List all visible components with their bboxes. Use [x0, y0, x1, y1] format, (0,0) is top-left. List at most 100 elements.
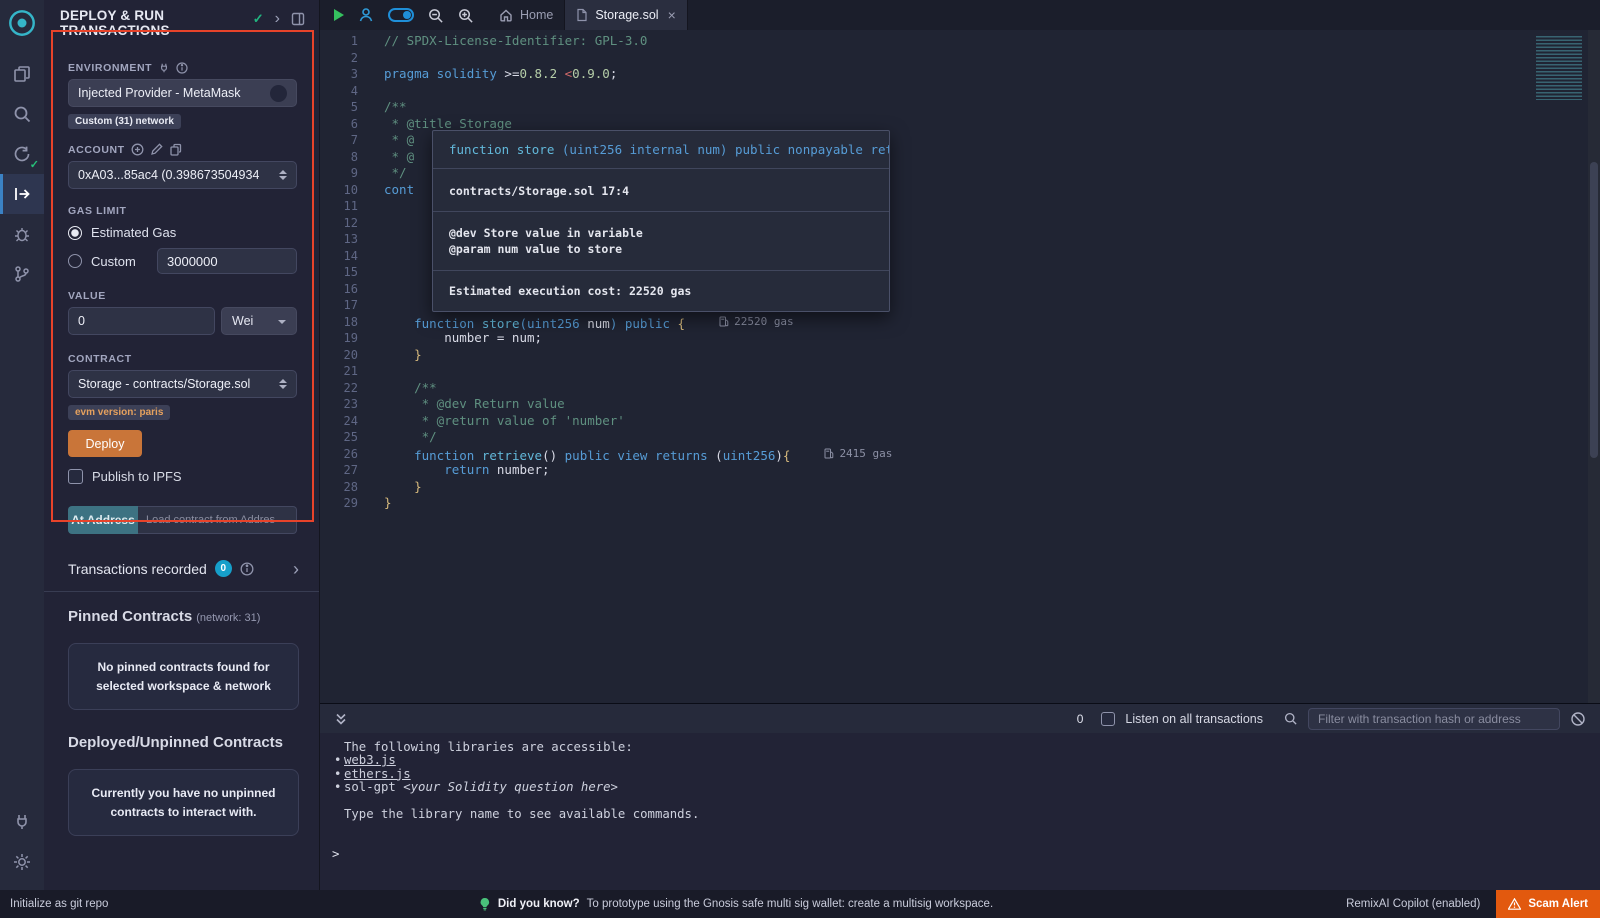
editor-toggle-icon[interactable] [388, 8, 414, 22]
zoom-in-icon[interactable] [457, 7, 474, 24]
toggle-terminal-icon[interactable] [334, 712, 348, 726]
terminal-output[interactable]: The following libraries are accessible: … [320, 733, 1600, 890]
remix-logo-icon[interactable] [7, 8, 37, 38]
terminal-hint: Type the library name to see available c… [332, 808, 1600, 821]
function-hover-tooltip: function store (uint256 internal num) pu… [432, 130, 890, 312]
account-label: ACCOUNT [68, 144, 125, 156]
clear-terminal-icon[interactable] [1570, 711, 1586, 727]
terminal-intro: The following libraries are accessible: [332, 741, 1600, 754]
git-init-status[interactable]: Initialize as git repo [10, 898, 108, 910]
estimated-gas-radio[interactable] [68, 226, 82, 240]
plug-icon[interactable] [158, 62, 170, 74]
contract-label: CONTRACT [68, 353, 132, 365]
panel-title: DEPLOY & RUN TRANSACTIONS [60, 8, 235, 38]
pin-panel-icon[interactable] [291, 12, 305, 26]
code-editor[interactable]: 1234567891011121314151617181920212223242… [320, 30, 1600, 703]
web3-link[interactable]: web3.js [344, 753, 396, 767]
deployed-contracts-title: Deployed/Unpinned Contracts [68, 734, 299, 751]
at-address-input[interactable] [138, 506, 297, 534]
editor-minimap[interactable] [1536, 36, 1582, 100]
publish-ipfs-checkbox[interactable] [68, 469, 83, 484]
add-account-icon[interactable] [131, 143, 144, 156]
value-label: VALUE [68, 290, 106, 302]
custom-gas-radio[interactable] [68, 254, 82, 268]
deployed-contracts-section: Deployed/Unpinned Contracts Currently yo… [44, 732, 319, 836]
at-address-button[interactable]: At Address [68, 506, 138, 534]
terminal-header: 0 Listen on all transactions [320, 703, 1600, 733]
tooltip-docs: @dev Store value in variable @param num … [433, 212, 889, 271]
run-script-icon[interactable] [334, 9, 344, 21]
network-badge: Custom (31) network [68, 114, 181, 129]
tip-title: Did you know? [498, 898, 580, 910]
zoom-out-icon[interactable] [427, 7, 444, 24]
edit-account-icon[interactable] [150, 143, 163, 156]
collaborate-icon[interactable] [357, 6, 375, 24]
copy-account-icon[interactable] [169, 143, 182, 156]
custom-gas-label: Custom [91, 254, 136, 269]
terminal-search-icon[interactable] [1283, 711, 1298, 726]
deployed-empty-message: Currently you have no unpinned contracts… [68, 769, 299, 836]
evm-version-badge: evm version: paris [68, 405, 170, 420]
file-explorer-icon[interactable] [0, 54, 44, 94]
provider-icon [270, 85, 287, 102]
debugger-icon[interactable] [0, 214, 44, 254]
scrollbar-thumb[interactable] [1590, 162, 1598, 458]
lightbulb-icon [479, 897, 491, 911]
value-input[interactable] [68, 307, 215, 335]
chevron-right-icon[interactable]: › [275, 13, 280, 25]
gas-estimate-hint: 2415 gas [824, 446, 892, 463]
plugin-manager-icon[interactable] [0, 802, 44, 842]
status-check-icon: ✓ [253, 11, 264, 27]
pinned-contracts-section: Pinned Contracts(network: 31) No pinned … [44, 592, 319, 710]
tab-home[interactable]: Home [488, 0, 565, 30]
pinned-network-suffix: (network: 31) [196, 612, 260, 624]
warning-icon [1508, 898, 1521, 910]
solidity-compiler-icon[interactable]: ✓ [0, 134, 44, 174]
gas-estimate-hint: 22520 gas [719, 314, 794, 331]
deploy-button[interactable]: Deploy [68, 430, 142, 457]
editor-scrollbar[interactable] [1588, 30, 1600, 703]
environment-info-icon[interactable] [176, 62, 188, 74]
environment-label: ENVIRONMENT [68, 62, 152, 74]
compiled-check-icon: ✓ [30, 158, 39, 171]
account-select[interactable]: 0xA03...85ac4 (0.398673504934 [68, 161, 297, 189]
transactions-expand-icon[interactable]: › [293, 562, 299, 576]
editor-gutter: 1234567891011121314151617181920212223242… [320, 30, 374, 703]
custom-gas-input[interactable] [157, 248, 297, 274]
deploy-and-run-icon[interactable] [0, 174, 44, 214]
status-bar: Initialize as git repo Did you know? To … [0, 890, 1600, 918]
editor-tabbar: Home Storage.sol × [320, 0, 1600, 30]
ethers-link[interactable]: ethers.js [344, 767, 411, 781]
terminal-tx-count: 0 [1077, 712, 1084, 726]
tip-text: To prototype using the Gnosis safe multi… [587, 898, 994, 910]
main-area: Home Storage.sol × 123456789101112131415… [320, 0, 1600, 890]
terminal-lib-web3: •web3.js [332, 754, 1600, 767]
contract-select[interactable]: Storage - contracts/Storage.sol [68, 370, 297, 398]
environment-select[interactable]: Injected Provider - MetaMask [68, 79, 297, 107]
deploy-run-panel: DEPLOY & RUN TRANSACTIONS ✓ › ENVIRONMEN… [44, 0, 320, 890]
transactions-recorded-label: Transactions recorded [68, 561, 207, 577]
remix-ide: ✓ DEPLOY & RUN TRANSACTIONS ✓ › [0, 0, 1600, 890]
solidity-file-icon [576, 8, 588, 22]
transactions-info-icon[interactable] [240, 562, 254, 576]
settings-gear-icon[interactable] [0, 842, 44, 882]
copilot-status[interactable]: RemixAI Copilot (enabled) [1346, 898, 1480, 910]
deploy-form: ENVIRONMENT Injected Provider - MetaMask… [44, 44, 319, 534]
close-tab-icon[interactable]: × [668, 7, 676, 23]
vertical-icon-bar: ✓ [0, 0, 44, 890]
git-icon[interactable] [0, 254, 44, 294]
terminal-filter-input[interactable] [1308, 708, 1560, 730]
tooltip-location: contracts/Storage.sol 17:4 [433, 169, 889, 212]
terminal-lib-solgpt: •sol-gpt <your Solidity question here> [332, 781, 1600, 794]
value-unit-select[interactable]: Wei [221, 307, 297, 335]
listen-all-label: Listen on all transactions [1125, 712, 1263, 726]
home-icon [499, 8, 513, 22]
scam-alert-badge[interactable]: Scam Alert [1496, 890, 1600, 918]
terminal-prompt[interactable]: > [332, 848, 1600, 861]
transactions-recorded-row: Transactions recorded 0 › [44, 534, 319, 591]
did-you-know-tip: Did you know? To prototype using the Gno… [479, 897, 993, 911]
listen-all-checkbox[interactable] [1101, 712, 1115, 726]
search-icon[interactable] [0, 94, 44, 134]
tooltip-cost: Estimated execution cost: 22520 gas [433, 271, 889, 311]
tab-storage-sol[interactable]: Storage.sol × [565, 0, 687, 30]
